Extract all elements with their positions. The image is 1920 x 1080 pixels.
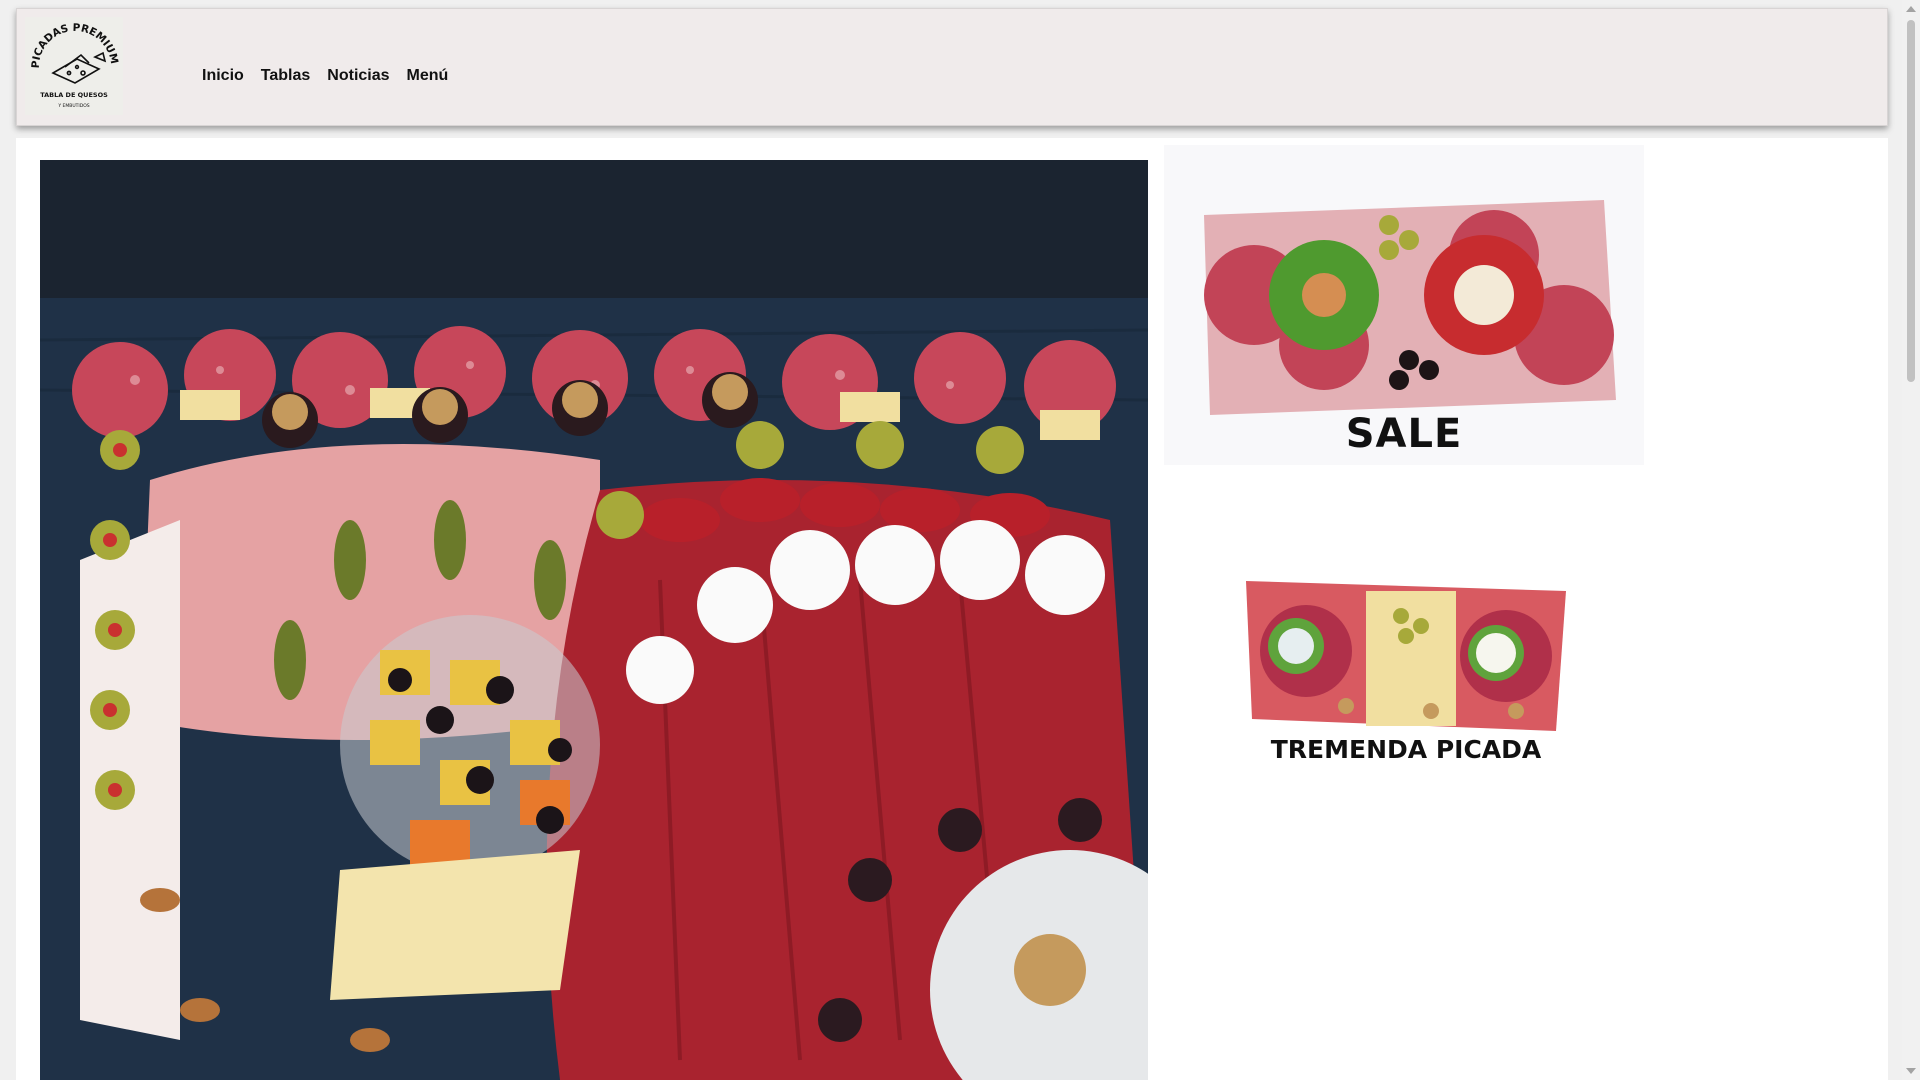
nav-link-noticias[interactable]: Noticias bbox=[327, 67, 389, 85]
logo-arc-text: PICADAS PREMIUM bbox=[30, 22, 120, 69]
nav-link-menu[interactable]: Menú bbox=[407, 67, 449, 85]
logo-line2: Y EMBUTIDOS bbox=[57, 103, 89, 109]
scroll-down-arrow-icon[interactable] bbox=[1906, 1068, 1916, 1074]
main-nav: Inicio Tablas Noticias Menú bbox=[202, 67, 448, 85]
logo-line1: TABLA DE QUESOS bbox=[40, 91, 108, 99]
cheese-board-icon bbox=[51, 51, 107, 84]
promo-card-sale[interactable]: SALE bbox=[1164, 145, 1644, 465]
hero-charcuterie-image bbox=[40, 160, 1148, 1080]
scroll-thumb[interactable] bbox=[1907, 20, 1915, 382]
nav-link-inicio[interactable]: Inicio bbox=[202, 67, 244, 85]
page-content: SALE TREMENDA PICADA bbox=[16, 138, 1888, 1080]
page-scrollbar[interactable] bbox=[1902, 0, 1920, 1080]
promo-tremenda-picada-label: TREMENDA PICADA bbox=[1270, 735, 1542, 764]
scroll-up-arrow-icon[interactable] bbox=[1906, 6, 1916, 12]
promo-sale-label: SALE bbox=[1345, 411, 1463, 457]
nav-link-tablas[interactable]: Tablas bbox=[261, 67, 311, 85]
browser-viewport: PICADAS PREMIUM TABLA DE QUESOS Y EMBUTI… bbox=[0, 0, 1902, 1080]
site-header: PICADAS PREMIUM TABLA DE QUESOS Y EMBUTI… bbox=[16, 8, 1888, 126]
charcuterie-board-illustration bbox=[40, 160, 1148, 1080]
site-logo[interactable]: PICADAS PREMIUM TABLA DE QUESOS Y EMBUTI… bbox=[25, 17, 123, 115]
svg-text:PICADAS PREMIUM: PICADAS PREMIUM bbox=[30, 22, 120, 69]
promo-card-tremenda-picada[interactable]: TREMENDA PICADA bbox=[1216, 541, 1596, 781]
logo-graphic: PICADAS PREMIUM TABLA DE QUESOS Y EMBUTI… bbox=[30, 22, 120, 109]
